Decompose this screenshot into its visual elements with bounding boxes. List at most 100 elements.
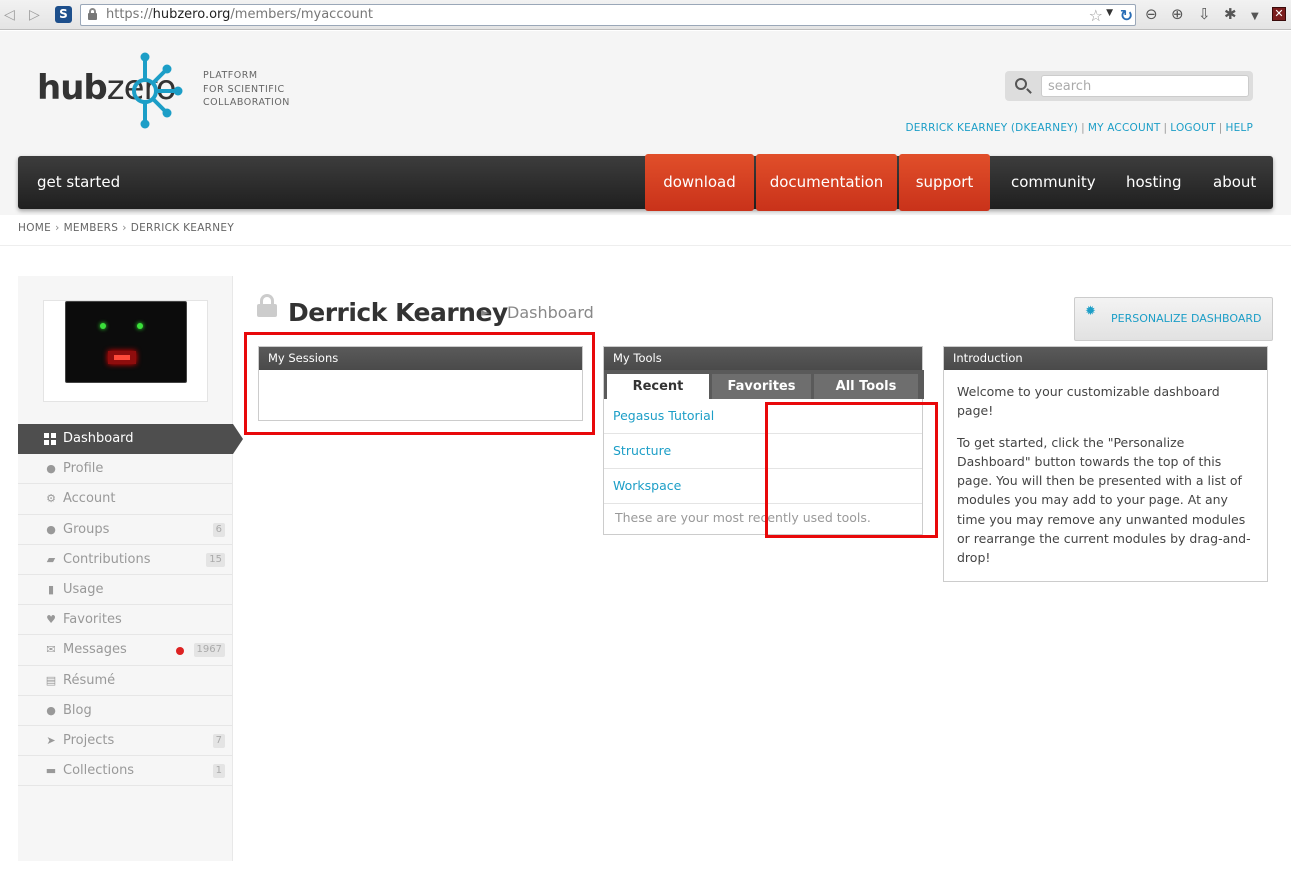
sidebar-item-messages[interactable]: ✉ Messages 1967 — [18, 635, 232, 666]
count-badge: 6 — [212, 522, 225, 537]
user-profile-link[interactable]: DERRICK KEARNEY (DKEARNEY) — [905, 122, 1078, 134]
page-title: Derrick Kearney — [288, 298, 508, 327]
tool-link[interactable]: Workspace — [613, 478, 681, 493]
sidebar-item-blog[interactable]: ● Blog — [18, 696, 232, 726]
module-title[interactable]: My Tools — [604, 347, 922, 370]
speech-bubble-icon: ● — [46, 703, 56, 717]
tool-link[interactable]: Structure — [613, 443, 671, 458]
tab-all-tools[interactable]: All Tools — [814, 374, 918, 399]
chevron-down-icon[interactable]: ▼ — [1106, 8, 1113, 18]
introduction-text: Welcome to your customizable dashboard p… — [957, 382, 1255, 580]
introduction-module: Introduction Welcome to your customizabl… — [943, 346, 1268, 582]
my-account-link[interactable]: MY ACCOUNT — [1088, 122, 1161, 134]
search-input[interactable] — [1041, 75, 1249, 97]
logo-tagline: PLATFORM FOR SCIENTIFIC COLLABORATION — [203, 70, 290, 108]
personalize-dashboard-button[interactable]: ✹ PERSONALIZE DASHBOARD — [1074, 297, 1273, 341]
logout-link[interactable]: LOGOUT — [1170, 122, 1215, 134]
site-identity-icon[interactable]: S — [55, 6, 72, 23]
breadcrumb-home[interactable]: HOME — [18, 222, 51, 234]
nav-hosting[interactable]: hosting — [1126, 156, 1182, 209]
nav-about[interactable]: about — [1213, 156, 1256, 209]
tab-favorites[interactable]: Favorites — [712, 374, 811, 399]
user-navigation: DERRICK KEARNEY (DKEARNEY) | MY ACCOUNT | LO… — [905, 122, 1253, 134]
back-icon[interactable]: ◁ — [4, 6, 15, 24]
sidebar-item-label: Profile — [63, 461, 104, 477]
sidebar-menu: Dashboard ● Profile ⚙ Account ● Groups 6… — [18, 424, 243, 787]
nav-get-started[interactable]: get started — [37, 156, 120, 209]
bar-chart-icon: ▮ — [47, 582, 55, 596]
sidebar-item-dashboard[interactable]: Dashboard — [18, 424, 243, 455]
sidebar-item-projects[interactable]: ➤ Projects 7 — [18, 726, 232, 757]
sidebar-item-collections[interactable]: ▬ Collections 1 — [18, 756, 232, 787]
count-badge: 1 — [212, 764, 225, 779]
browser-toolbar: ◁ ▷ S https://hubzero.org/members/myacco… — [0, 0, 1291, 30]
sidebar-item-label: Usage — [63, 581, 104, 597]
reload-icon[interactable]: ↻ — [1120, 6, 1133, 25]
menu-chevron-icon[interactable]: ▼ — [1251, 8, 1259, 26]
search-icon[interactable] — [1015, 78, 1027, 90]
module-title[interactable]: Introduction — [944, 347, 1267, 370]
group-icon: ● — [46, 522, 56, 536]
nav-download[interactable]: download — [645, 154, 754, 211]
basket-icon: ▬ — [45, 764, 57, 778]
sidebar-item-resume[interactable]: ▤ Résumé — [18, 666, 232, 696]
zoom-out-icon[interactable]: ⊖ — [1145, 5, 1158, 23]
count-badge: 7 — [212, 733, 225, 748]
sidebar-item-label: Blog — [63, 702, 92, 718]
divider — [0, 245, 1291, 246]
tool-link[interactable]: Pegasus Tutorial — [613, 408, 714, 423]
count-badge: 1967 — [193, 643, 225, 658]
sidebar-item-groups[interactable]: ● Groups 6 — [18, 515, 232, 545]
sidebar-item-contributions[interactable]: ▰ Contributions 15 — [18, 545, 232, 575]
download-arrow-icon[interactable]: ⇩ — [1198, 5, 1211, 23]
sidebar-item-profile[interactable]: ● Profile — [18, 454, 232, 485]
dashboard-grid-icon — [44, 433, 56, 445]
breadcrumb-current: DERRICK KEARNEY — [130, 222, 235, 234]
zoom-in-icon[interactable]: ⊕ — [1171, 5, 1184, 23]
sidebar-item-label: Projects — [63, 732, 115, 748]
sidebar-item-label: Résumé — [63, 672, 116, 688]
address-bar[interactable]: https://hubzero.org/members/myaccount ☆ … — [80, 4, 1136, 26]
gear-icon: ✹ — [1085, 304, 1096, 319]
sidebar-item-label: Dashboard — [63, 431, 134, 446]
member-sidebar: Dashboard ● Profile ⚙ Account ● Groups 6… — [18, 276, 243, 861]
nav-support[interactable]: support — [899, 154, 990, 211]
sidebar-item-favorites[interactable]: ♥ Favorites — [18, 605, 232, 636]
count-badge: 15 — [206, 552, 225, 567]
book-icon: ▰ — [46, 552, 56, 566]
person-icon: ● — [46, 462, 56, 476]
sidebar-item-label: Messages — [63, 642, 127, 658]
breadcrumb: HOME › MEMBERS › DERRICK KEARNEY — [18, 222, 234, 234]
avatar-mouth — [108, 351, 136, 364]
private-lock-icon — [257, 294, 277, 317]
tab-recent[interactable]: Recent — [607, 374, 709, 399]
help-link[interactable]: HELP — [1225, 122, 1253, 134]
close-window-icon[interactable]: ✕ — [1272, 7, 1286, 21]
sidebar-item-usage[interactable]: ▮ Usage — [18, 575, 232, 606]
nav-community[interactable]: community — [1011, 156, 1096, 209]
nav-documentation[interactable]: documentation — [756, 154, 897, 211]
url-text[interactable]: https://hubzero.org/members/myaccount — [106, 7, 373, 22]
bookmark-star-icon[interactable]: ☆ — [1089, 6, 1103, 25]
breadcrumb-members[interactable]: MEMBERS — [64, 222, 119, 234]
sidebar-item-account[interactable]: ⚙ Account — [18, 484, 232, 515]
breadcrumb-arrow-icon: › — [122, 222, 127, 234]
highlight-box — [244, 332, 595, 435]
page-subtitle: Dashboard — [507, 303, 594, 322]
forward-icon[interactable]: ▷ — [29, 6, 40, 24]
main-navigation: get started download documentation suppo… — [18, 154, 1273, 211]
breadcrumb-arrow-icon: › — [55, 222, 60, 234]
envelope-icon: ✉ — [46, 643, 56, 657]
logo-atom-icon — [132, 52, 183, 129]
search-box — [1005, 71, 1253, 101]
sidebar-item-label: Favorites — [63, 612, 122, 628]
paper-plane-icon: ➤ — [46, 733, 56, 747]
avatar-eye — [137, 323, 143, 329]
sidebar-item-label: Contributions — [63, 551, 151, 567]
avatar[interactable] — [65, 301, 187, 383]
intro-paragraph: Welcome to your customizable dashboard p… — [957, 384, 1220, 419]
bug-icon[interactable]: ✱ — [1224, 5, 1237, 23]
avatar-frame — [43, 300, 208, 402]
tool-tabs: Recent Favorites All Tools — [604, 370, 924, 399]
title-arrow-icon: ► — [481, 306, 490, 319]
